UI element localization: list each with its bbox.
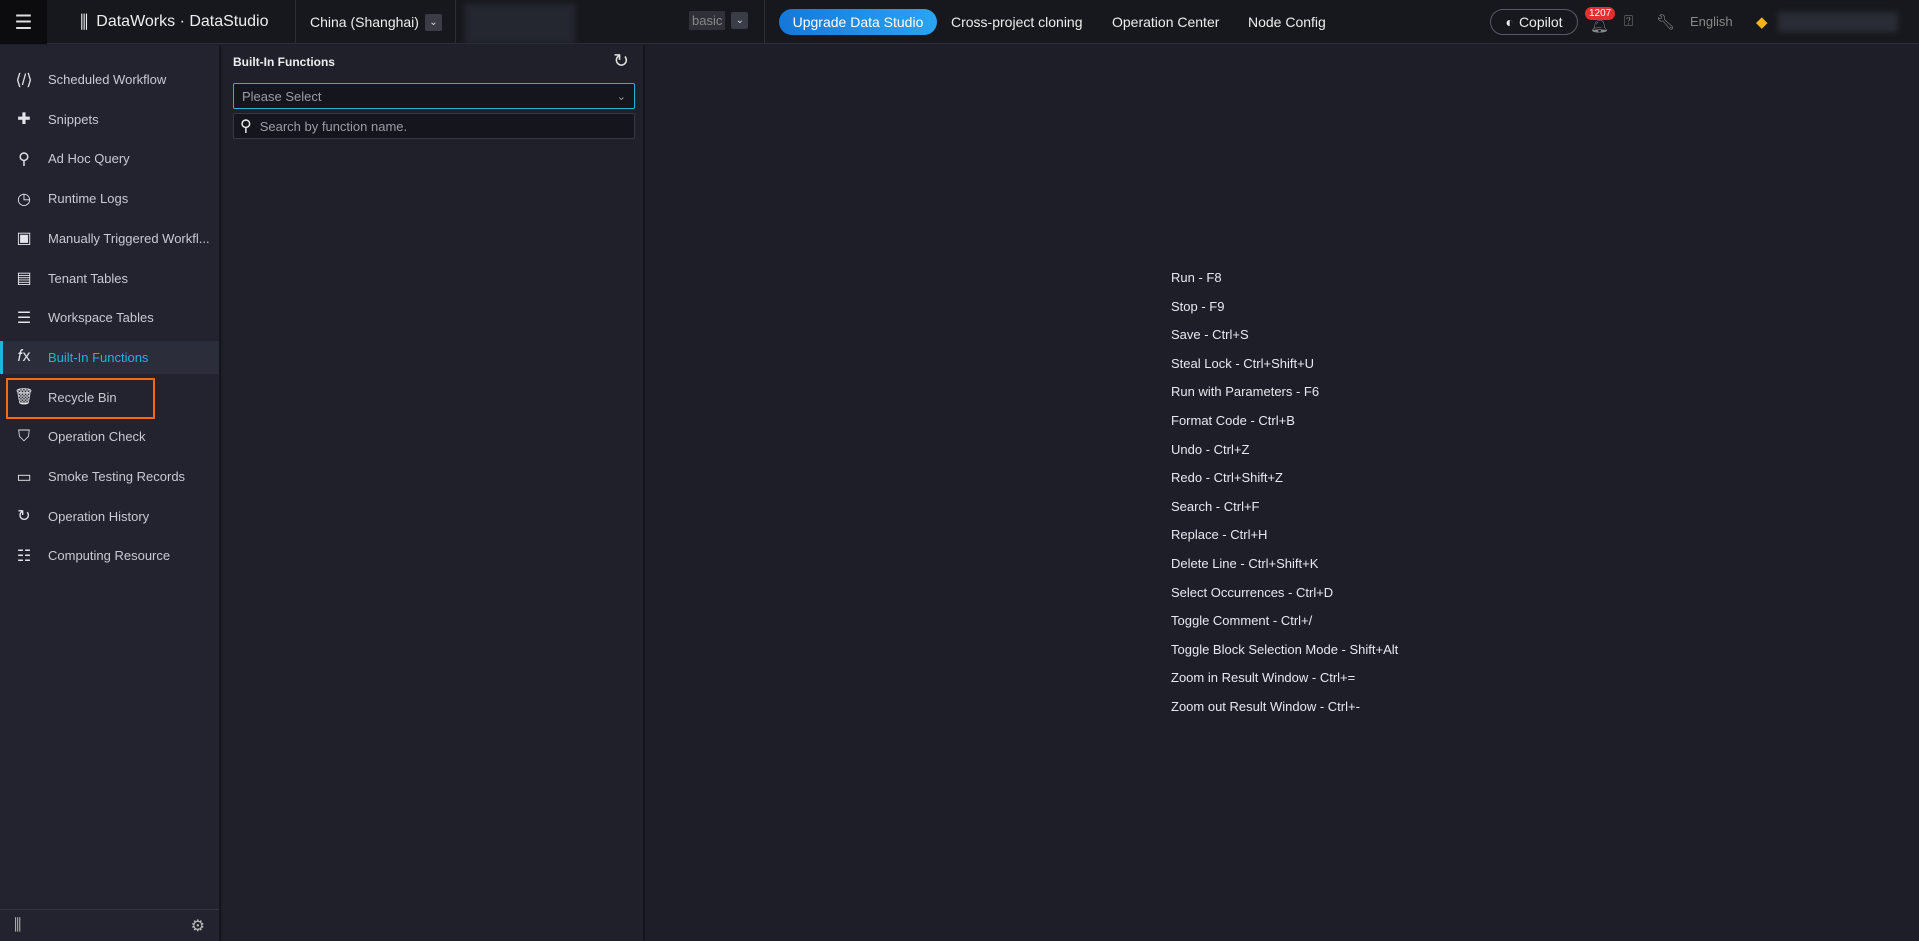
trash-icon: 🗑︎ [13, 389, 35, 407]
sidebar-item-operation-history[interactable]: ↻ Operation History [0, 500, 219, 533]
sidebar-item-manually-triggered-workfl[interactable]: ▣ Manually Triggered Workfl... [0, 222, 219, 255]
workspace-table-icon: ☰ [16, 309, 32, 327]
shortcut-list: Run - F8 Stop - F9 Save - Ctrl+S Steal Lock… [1171, 268, 1398, 726]
sidebar-item-workspace-tables[interactable]: ☰ Workspace Tables [0, 301, 219, 334]
brand[interactable]: ⫼ DataWorks · DataStudio [80, 0, 269, 44]
nav-cross-project-cloning[interactable]: Cross-project cloning [951, 0, 1083, 44]
briefcase-icon: ▣ [16, 230, 32, 248]
shortcut-item: Redo - Ctrl+Shift+Z [1171, 470, 1283, 486]
shortcut-item: Run with Parameters - F6 [1171, 384, 1320, 400]
copilot-label: Copilot [1518, 14, 1563, 30]
history-icon: ↻ [17, 508, 31, 526]
sidebar-item-label: Ad Hoc Query [48, 151, 130, 167]
search-icon: ⚲ [240, 118, 252, 135]
collapse-icon[interactable]: ⫼ [14, 917, 21, 935]
monitor-icon: ▭ [16, 468, 32, 486]
panel-title: Built-In Functions [233, 55, 335, 69]
hamburger-menu-icon[interactable]: ☰ [0, 0, 47, 44]
copilot-icon: ◐ [1505, 14, 1514, 30]
region-label: China (Shanghai) [310, 14, 419, 30]
sidebar-item-label: Smoke Testing Records [48, 469, 186, 484]
sidebar-item-computing-resource[interactable]: ☷ Computing Resource [0, 539, 219, 572]
sidebar-footer: ⫼ ⚙ [0, 909, 219, 941]
sidebar-item-label: Built-In Functions [48, 349, 149, 365]
sidebar-item-operation-check[interactable]: ⛉ Operation Check [0, 420, 219, 453]
puzzle-icon: ✚ [17, 111, 31, 129]
edition-label: basic [689, 11, 726, 30]
search-placeholder: Search by function name. [259, 118, 408, 134]
vip-icon: ◆ [1756, 14, 1768, 31]
shortcut-item: Select Occurrences - Ctrl+D [1171, 584, 1334, 600]
sidebar-item-ad-hoc-query[interactable]: ⚲ Ad Hoc Query [0, 142, 219, 175]
function-search-input[interactable]: ⚲ Search by function name. [233, 113, 635, 139]
sidebar-item-runtime-logs[interactable]: ◷ Runtime Logs [0, 182, 219, 215]
sidebar-item-label: Operation History [48, 508, 150, 524]
notification-badge: 1207 [1585, 7, 1616, 20]
shortcut-item: Format Code - Ctrl+B [1171, 412, 1295, 428]
refresh-icon[interactable]: ↻ [613, 50, 629, 73]
sidebar-item-label: Snippets [48, 111, 99, 127]
shortcut-item: Zoom in Result Window - Ctrl+= [1171, 670, 1356, 686]
search-icon: ⚲ [18, 150, 30, 168]
shortcut-item: Search - Ctrl+F [1171, 498, 1260, 514]
nav-operation-center[interactable]: Operation Center [1112, 0, 1219, 44]
top-bar: ☰ ⫼ DataWorks · DataStudio China (Shangha… [0, 0, 1919, 44]
sidebar-item-label: Tenant Tables [48, 270, 128, 286]
sidebar-item-label: Scheduled Workflow [48, 72, 167, 87]
sidebar-item-built-in-functions[interactable]: 𝑓x Built-In Functions [0, 340, 219, 374]
shortcut-item: Undo - Ctrl+Z [1171, 441, 1250, 457]
shortcut-item: Zoom out Result Window - Ctrl+- [1171, 698, 1360, 714]
code-icon: ⟨/⟩ [15, 71, 33, 89]
help-icon[interactable]: ⍰ [1624, 13, 1633, 30]
gear-icon[interactable]: ⚙ [191, 916, 205, 936]
sidebar-item-scheduled-workflow[interactable]: ⟨/⟩ Scheduled Workflow [0, 63, 219, 96]
sidebar-item-label: Computing Resource [48, 548, 171, 564]
sidebar-item-snippets[interactable]: ✚ Snippets [0, 103, 219, 136]
chevron-down-icon: ⌄ [424, 13, 442, 31]
chevron-down-icon: ⌄ [731, 12, 749, 29]
select-placeholder: Please Select [242, 88, 322, 104]
database-icon: ☷ [16, 547, 32, 565]
shortcut-item: Save - Ctrl+S [1171, 327, 1249, 343]
user-account[interactable] [1778, 12, 1898, 32]
region-selector[interactable]: China (Shanghai) ⌄ [310, 0, 442, 44]
shortcut-item: Steal Lock - Ctrl+Shift+U [1171, 355, 1315, 371]
sidebar: ⫼ ⚙ ⟨/⟩ Scheduled Workflow ✚ Snippets ⚲ Ad Hoc… [0, 45, 221, 941]
sidebar-item-label: Workspace Tables [48, 310, 154, 326]
shortcut-item: Delete Line - Ctrl+Shift+K [1171, 555, 1319, 571]
nav-node-config[interactable]: Node Config [1248, 0, 1326, 44]
language-selector[interactable]: English [1690, 14, 1733, 29]
sidebar-item-label: Recycle Bin [48, 389, 117, 405]
wrench-icon[interactable]: 🔧︎ [1656, 13, 1675, 31]
divider [455, 0, 456, 44]
edition-selector[interactable]: basic ⌄ [689, 11, 749, 30]
brand-title: DataWorks · DataStudio [96, 13, 269, 30]
shortcut-item: Toggle Comment - Ctrl+/ [1171, 613, 1313, 629]
table-icon: ▤ [16, 270, 32, 287]
shortcut-item: Replace - Ctrl+H [1171, 527, 1268, 543]
dataworks-logo-icon: ⫼ [80, 11, 89, 32]
shortcut-item: Toggle Block Selection Mode - Shift+Alt [1171, 641, 1399, 657]
clock-icon: ◷ [17, 190, 31, 208]
shortcut-item: Stop - F9 [1171, 298, 1225, 314]
chevron-down-icon: ⌄ [616, 90, 626, 103]
workspace-selector[interactable] [465, 4, 575, 44]
sidebar-item-label: Manually Triggered Workfl... [48, 230, 210, 246]
shortcut-item: Run - F8 [1171, 270, 1222, 285]
shield-check-icon: ⛉ [17, 427, 30, 445]
function-category-select[interactable]: Please Select ⌄ [233, 83, 635, 109]
fx-icon: 𝑓x [17, 348, 31, 366]
divider [764, 0, 765, 44]
sidebar-item-label: Runtime Logs [48, 191, 129, 207]
sidebar-item-label: Operation Check [48, 429, 146, 445]
copilot-button[interactable]: ◐ Copilot [1490, 9, 1578, 35]
functions-panel: Built-In Functions ↻ Please Select ⌄ ⚲ Sea… [223, 45, 645, 941]
divider [295, 0, 296, 44]
upgrade-button[interactable]: Upgrade Data Studio [779, 9, 937, 35]
sidebar-item-smoke-testing-records[interactable]: ▭ Smoke Testing Records [0, 460, 219, 493]
sidebar-item-tenant-tables[interactable]: ▤ Tenant Tables [0, 262, 219, 295]
sidebar-item-recycle-bin[interactable]: 🗑︎ Recycle Bin [0, 381, 219, 414]
